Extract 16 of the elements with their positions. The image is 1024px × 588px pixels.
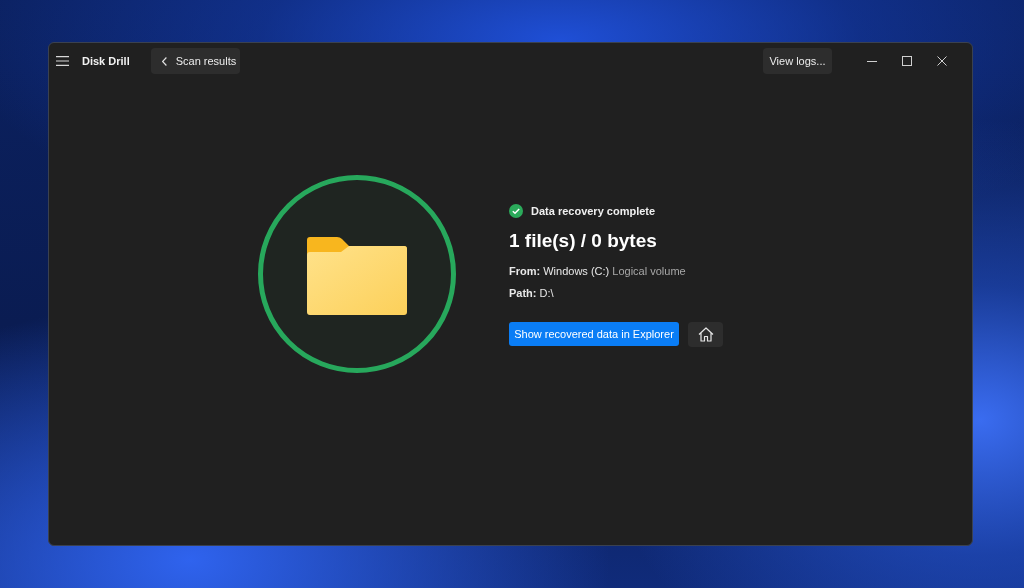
chevron-left-icon (161, 56, 167, 66)
detail-line: Path: D:\ (509, 286, 554, 301)
home-button[interactable] (688, 322, 723, 347)
view-logs-button[interactable]: View logs... (763, 48, 832, 74)
menu-icon[interactable] (56, 56, 69, 66)
show-in-explorer-button[interactable]: Show recovered data in Explorer (509, 322, 679, 346)
maximize-icon[interactable] (902, 56, 912, 66)
detail-line: From: Windows (C:) Logical volume (509, 264, 686, 279)
recovery-summary: 1 file(s) / 0 bytes (509, 229, 657, 253)
home-icon (697, 327, 714, 342)
close-icon[interactable] (937, 56, 947, 66)
folder-icon (307, 237, 407, 315)
back-button[interactable]: Scan results (150, 48, 240, 74)
status-text: Data recovery complete (531, 205, 656, 217)
app-name: Disk Drill (82, 55, 130, 67)
check-circle-icon (509, 204, 523, 218)
